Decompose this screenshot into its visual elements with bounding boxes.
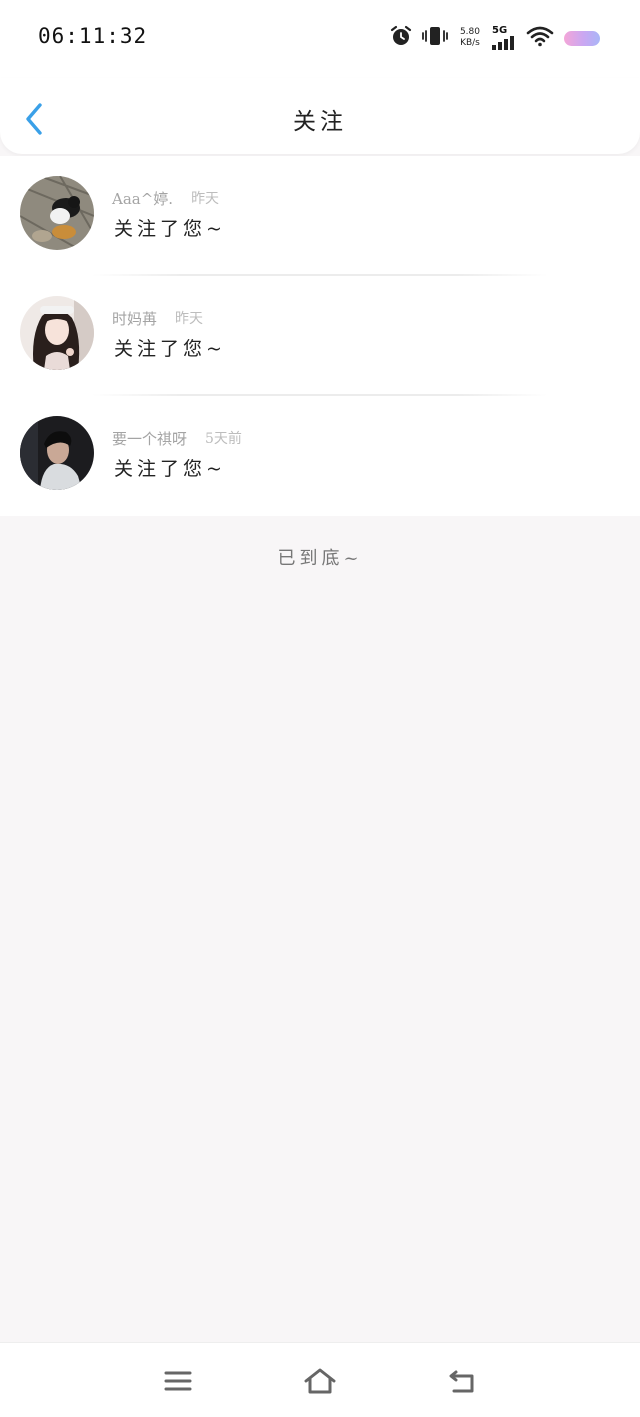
page-title: 关注 [293,109,347,135]
notification-message: 关注了您~ [114,458,226,480]
item-meta: 时妈苒 昨天 [112,308,203,329]
status-time: 06:11:32 [38,24,148,48]
avatar[interactable] [20,296,94,370]
alarm-icon [390,25,412,51]
notification-message: 关注了您~ [114,338,226,360]
timestamp: 昨天 [191,191,220,207]
list-item[interactable]: 时妈苒 昨天 关注了您~ [0,276,640,396]
signal-icon [492,36,514,50]
list-item[interactable]: Aaa^婷. 昨天 关注了您~ [0,156,640,276]
user-name[interactable]: 时妈苒 [112,308,157,329]
back-nav-icon [449,1370,474,1393]
timestamp: 5天前 [205,431,242,447]
end-of-list-text: 已到底~ [277,548,363,569]
timestamp: 昨天 [175,311,204,327]
net-speed-unit: KB/s [460,38,480,48]
status-bar: 06:11:32 5.80 KB/s 5G [0,0,640,78]
avatar[interactable] [20,176,94,250]
item-meta: 要一个祺呀 5天前 [112,428,242,449]
system-nav-bar [0,1342,640,1417]
battery-icon [564,30,600,46]
back-nav-button[interactable] [442,1361,482,1401]
user-name[interactable]: 要一个祺呀 [112,428,187,449]
vibrate-icon [422,25,448,51]
item-meta: Aaa^婷. 昨天 [112,188,219,209]
network-speed: 5.80 KB/s [460,27,480,49]
home-icon [304,1368,336,1394]
wifi-icon [526,25,554,51]
user-name[interactable]: Aaa^婷. [112,188,173,209]
notification-message: 关注了您~ [114,218,226,240]
list-item[interactable]: 要一个祺呀 5天前 关注了您~ [0,396,640,516]
menu-button[interactable] [158,1361,198,1401]
network-type: 5G [492,25,508,36]
cellular-signal: 5G [492,26,516,50]
status-icons: 5.80 KB/s 5G [390,24,600,52]
header: 关注 [0,78,640,154]
avatar[interactable] [20,416,94,490]
home-button[interactable] [300,1361,340,1401]
net-speed-value: 5.80 [459,27,480,37]
menu-icon [164,1371,192,1391]
follow-notification-list: Aaa^婷. 昨天 关注了您~ 时妈苒 昨天 关注了您~ 要一个祺呀 5天前 关… [0,156,640,516]
